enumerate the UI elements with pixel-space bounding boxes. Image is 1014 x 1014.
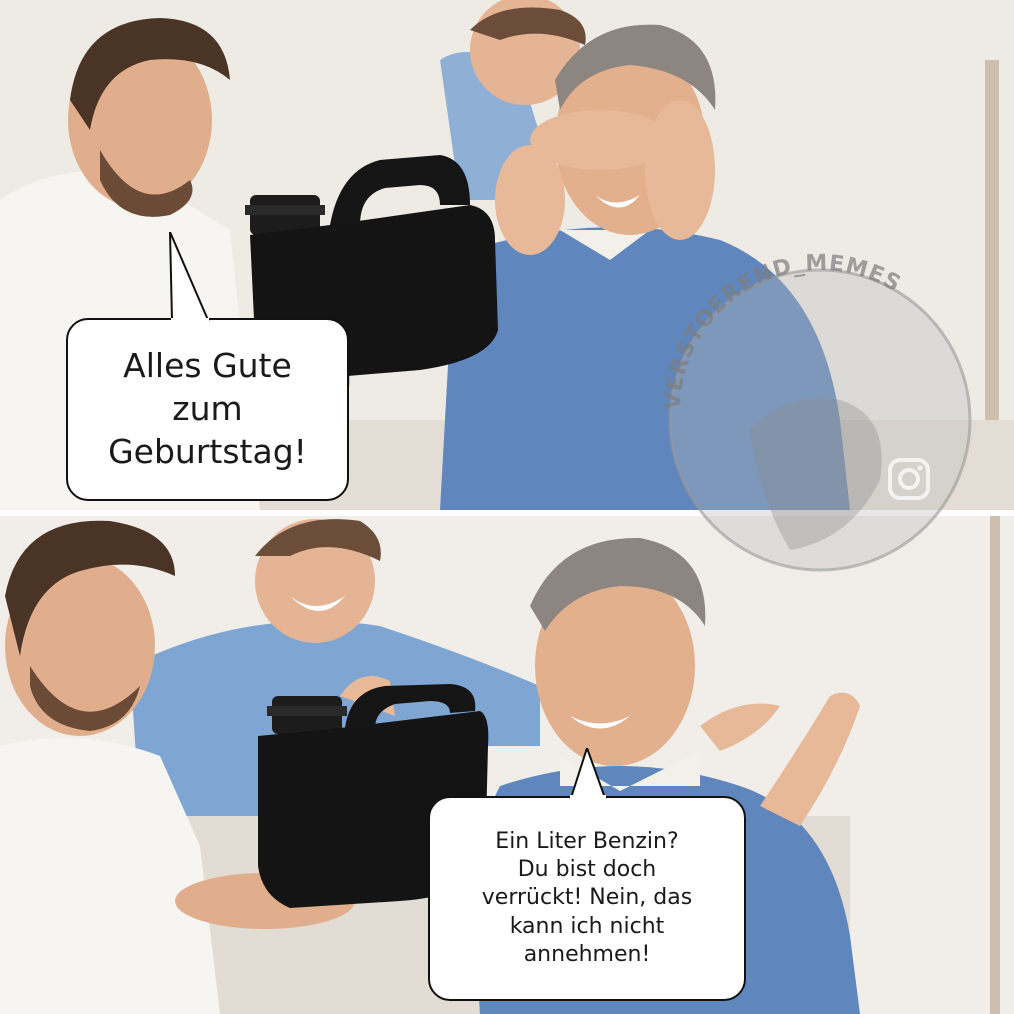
speech-bubble-bottom: Ein Liter Benzin? Du bist doch verrückt!…	[428, 796, 746, 1001]
speech-bubble-bottom-text: Ein Liter Benzin? Du bist doch verrückt!…	[481, 829, 693, 967]
top-panel: Alles Gute zum Geburtstag!	[0, 0, 1014, 510]
speech-bubble-top-tail	[169, 232, 210, 324]
speech-bubble-top-text: Alles Gute zum Geburtstag!	[108, 346, 307, 471]
speech-bubble-bottom-tail	[569, 748, 607, 801]
bottom-panel: Ein Liter Benzin? Du bist doch verrückt!…	[0, 516, 1014, 1014]
speech-bubble-top: Alles Gute zum Geburtstag!	[66, 318, 349, 501]
